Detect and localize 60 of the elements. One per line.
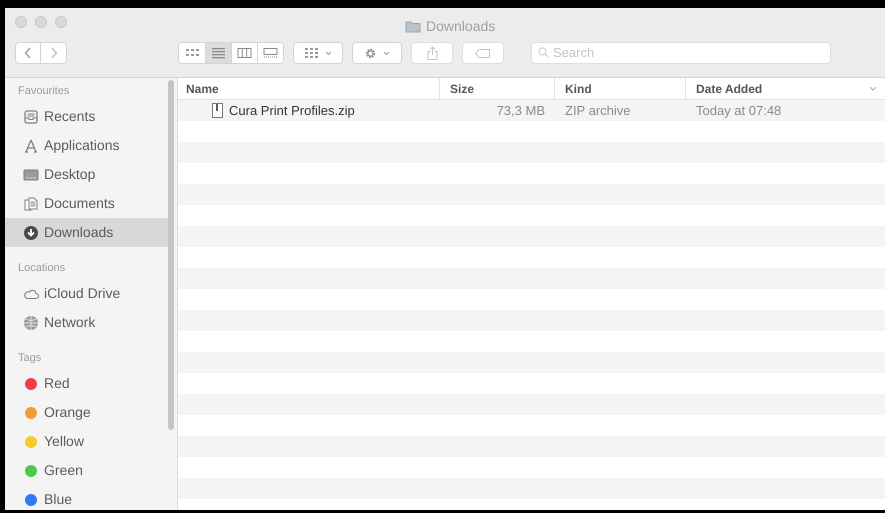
action-button[interactable]: [352, 42, 402, 64]
table-cell-text: 73,3 MB: [496, 102, 545, 120]
sidebar-item[interactable]: Yellow: [5, 427, 169, 456]
search-field[interactable]: Search: [531, 42, 831, 64]
grid-icon: [184, 47, 200, 59]
folder-icon: [405, 20, 421, 33]
search-icon: [538, 47, 549, 58]
sidebar-item[interactable]: Documents: [5, 189, 169, 218]
gallery-icon: [263, 47, 278, 59]
gallery-view-button[interactable]: [257, 43, 283, 63]
sidebar-heading: Favourites: [18, 84, 70, 98]
sidebar-item[interactable]: Red: [5, 369, 169, 398]
zip-file-icon: [212, 103, 223, 118]
globe-icon: [23, 314, 39, 330]
chevron-down-icon: [869, 86, 877, 91]
column-header[interactable]: Name: [178, 78, 440, 99]
share-icon: [426, 46, 438, 60]
sidebar-item[interactable]: Blue: [5, 485, 169, 510]
grid-icon: [304, 48, 318, 58]
download-icon: [23, 224, 39, 240]
window-title: Downloads: [426, 17, 496, 36]
minimize-button[interactable]: [35, 16, 47, 28]
sidebar-item[interactable]: Recents: [5, 102, 169, 131]
chevron-left-icon: [24, 47, 32, 59]
columns-icon: [237, 47, 252, 59]
close-button[interactable]: [15, 16, 27, 28]
compass-letter-icon: [23, 138, 39, 154]
tray-icon: [23, 108, 39, 124]
sidebar-item[interactable]: Green: [5, 456, 169, 485]
share-button[interactable]: [411, 42, 453, 64]
column-header[interactable]: Size: [440, 78, 555, 99]
sidebar-heading: Locations: [18, 261, 66, 275]
sidebar-item[interactable]: Desktop: [5, 160, 169, 189]
table-cell-text: Today at 07:48: [696, 102, 782, 120]
zoom-button[interactable]: [55, 16, 67, 28]
file-row[interactable]: Cura Print Profiles.zip 73,3 MB ZIP archive Today at 07:48: [178, 100, 885, 121]
monitor-icon: [23, 166, 39, 182]
list-icon: [211, 47, 226, 59]
gear-icon: [364, 46, 377, 60]
chevron-right-icon: [50, 47, 58, 59]
file-name: Cura Print Profiles.zip: [229, 102, 355, 120]
sidebar-item[interactable]: Network: [5, 308, 169, 337]
list-view-button[interactable]: [205, 43, 231, 63]
column-header[interactable]: Kind: [555, 78, 686, 99]
sidebar-item[interactable]: Applications: [5, 131, 169, 160]
sidebar-item[interactable]: iCloud Drive: [5, 279, 169, 308]
column-header[interactable]: Date Added: [686, 78, 885, 99]
sidebar-item[interactable]: Downloads: [5, 218, 169, 247]
table-cell-text: ZIP archive: [565, 102, 631, 120]
chevron-down-icon: [383, 50, 390, 56]
tag-button[interactable]: [462, 42, 504, 64]
back-button[interactable]: [15, 42, 41, 64]
sidebar-item[interactable]: Orange: [5, 398, 169, 427]
sidebar-heading: Tags: [18, 351, 42, 365]
tag-icon: [475, 48, 491, 58]
documents-icon: [23, 196, 39, 212]
group-button[interactable]: [293, 42, 343, 64]
forward-button[interactable]: [41, 42, 67, 64]
scrollbar[interactable]: [168, 80, 174, 430]
chevron-down-icon: [324, 50, 332, 56]
